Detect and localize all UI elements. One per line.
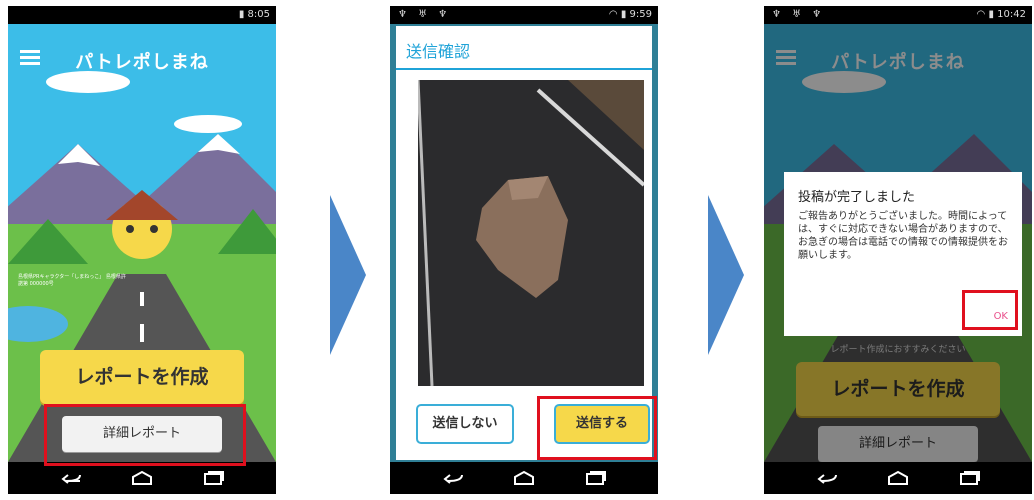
nav-bar bbox=[8, 462, 276, 494]
highlight-ok-button bbox=[962, 290, 1018, 330]
step-arrow-icon bbox=[330, 195, 366, 355]
nav-bar bbox=[390, 462, 658, 494]
wifi-icon: ◠ bbox=[976, 9, 986, 20]
report-photo bbox=[418, 80, 644, 386]
home-scene: パトレポしまね 島根県PRキャラクター「しまねっこ」 島根県許諾第 000000… bbox=[8, 24, 276, 462]
copyright-note: 島根県PRキャラクター「しまねっこ」 島根県許諾第 000000号 bbox=[18, 274, 126, 287]
road-rock-photo bbox=[418, 80, 644, 386]
battery-icon: ▮ bbox=[620, 9, 627, 20]
back-icon[interactable] bbox=[60, 470, 84, 486]
recents-icon[interactable] bbox=[958, 470, 982, 486]
dont-send-button[interactable]: 送信しない bbox=[416, 404, 514, 444]
highlight-send-button bbox=[537, 396, 657, 460]
create-report-button[interactable]: レポートを作成 bbox=[40, 350, 244, 404]
notification-icons: ♆ ♅ ♆ bbox=[772, 9, 826, 20]
status-bar: ▮ 8:05 bbox=[8, 6, 276, 24]
dialog-title: 送信確認 bbox=[406, 42, 471, 61]
status-bar: ♆ ♅ ♆ ◠ ▮ 10:42 bbox=[764, 6, 1032, 24]
status-time: 9:59 bbox=[629, 9, 652, 20]
nav-bar bbox=[764, 462, 1032, 494]
home-icon[interactable] bbox=[886, 470, 910, 486]
battery-icon: ▮ bbox=[238, 9, 245, 20]
step-arrow-icon bbox=[708, 195, 744, 355]
dialog-title: 投稿が完了しました bbox=[798, 190, 916, 205]
back-icon[interactable] bbox=[816, 470, 840, 486]
notification-icons: ♆ ♅ ♆ bbox=[398, 9, 452, 20]
phone-screen-complete: ♆ ♅ ♆ ◠ ▮ 10:42 パトレポしまね レポート作成におすすみください … bbox=[764, 6, 1032, 494]
app-title: パトレポしまね bbox=[75, 52, 209, 73]
back-icon[interactable] bbox=[442, 470, 466, 486]
send-confirm-dialog: 送信確認 送信しない 送信する bbox=[396, 26, 652, 460]
title-divider bbox=[396, 68, 652, 70]
status-time: 10:42 bbox=[997, 9, 1026, 20]
home-icon[interactable] bbox=[512, 470, 536, 486]
highlight-detail-report bbox=[44, 404, 246, 466]
dialog-message: ご報告ありがとうございました。時間によっては、すぐに対応できない場合がありますの… bbox=[798, 211, 1008, 261]
status-bar: ♆ ♅ ♆ ◠ ▮ 9:59 bbox=[390, 6, 658, 24]
wifi-icon: ◠ bbox=[608, 9, 618, 20]
recents-icon[interactable] bbox=[584, 470, 608, 486]
battery-icon: ▮ bbox=[988, 9, 994, 20]
recents-icon[interactable] bbox=[202, 470, 226, 486]
status-time: 8:05 bbox=[247, 9, 270, 20]
home-icon[interactable] bbox=[130, 470, 154, 486]
